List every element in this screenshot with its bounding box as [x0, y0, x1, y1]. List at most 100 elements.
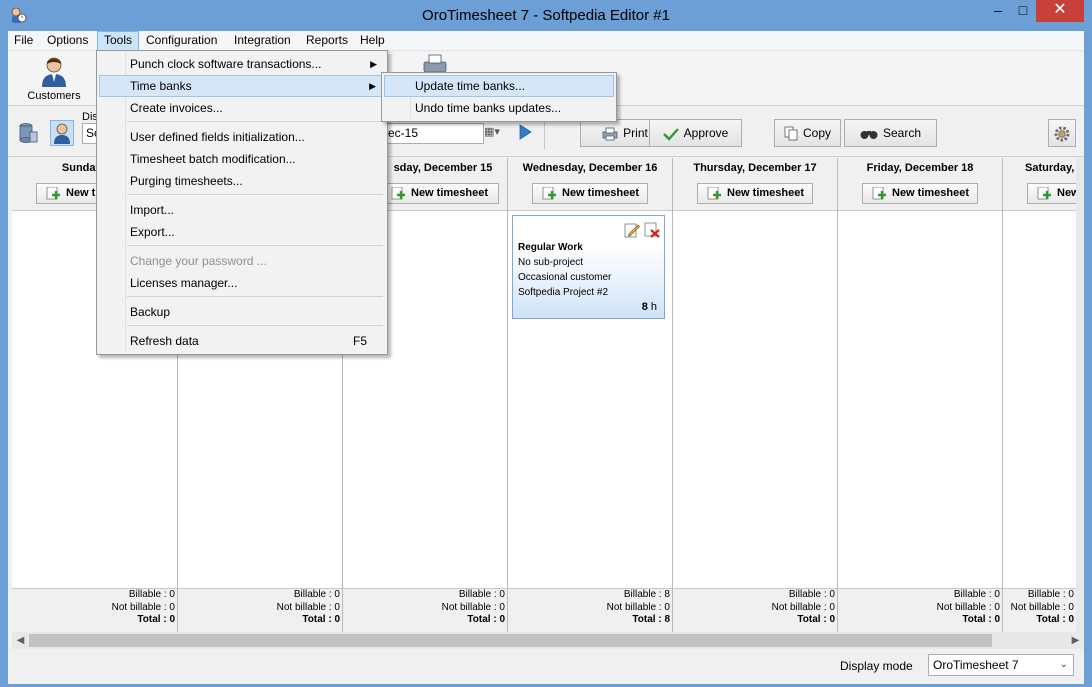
time-banks-submenu: Update time banks... Undo time banks upd… [381, 72, 617, 122]
menu-item-batch-modification[interactable]: Timesheet batch modification... [99, 148, 385, 170]
gear-icon [1054, 126, 1070, 142]
day-column: Thursday, December 17 New timesheet Bill… [673, 158, 838, 632]
entry-customer: Occasional customer [518, 272, 612, 283]
menu-separator [127, 325, 383, 326]
menu-item-refresh-data[interactable]: Refresh data F5 [99, 330, 385, 352]
menu-separator [127, 245, 383, 246]
new-timesheet-button[interactable]: New timesheet [862, 183, 978, 204]
day-totals: Billable : 0 Not billable : 0 Total : 0 [178, 588, 342, 632]
window-frame-right [1084, 31, 1092, 687]
database-icon[interactable] [16, 120, 40, 146]
not-billable-value: Not billable : 0 [276, 601, 340, 613]
day-header: Wednesday, December 16 New timesheet [508, 158, 672, 211]
tools-menu: Punch clock software transactions... ▶ Ti… [96, 50, 388, 355]
menu-item-backup[interactable]: Backup [99, 301, 385, 323]
app-icon[interactable] [9, 6, 27, 24]
menu-item-label: Create invoices... [130, 101, 223, 115]
menu-item-licenses-manager[interactable]: Licenses manager... [99, 272, 385, 294]
client-area: File Options Tools Configuration Integra… [8, 31, 1084, 684]
display-mode-label: Display mode [840, 659, 913, 673]
employee-view-button[interactable] [50, 120, 74, 146]
menu-item-time-banks[interactable]: Time banks ▶ [99, 75, 385, 97]
not-billable-value: Not billable : 0 [771, 601, 835, 613]
delete-icon[interactable] [644, 222, 660, 238]
menu-integration[interactable]: Integration [228, 31, 297, 51]
day-totals: Billable : 0 Not billable : 0 Total : 0 [1003, 588, 1076, 632]
approve-button[interactable]: Approve [649, 119, 742, 147]
menu-tools[interactable]: Tools [97, 31, 140, 51]
new-timesheet-button[interactable]: New timesheet [381, 183, 499, 204]
day-totals: Billable : 0 Not billable : 0 Total : 0 [343, 588, 507, 632]
new-timesheet-icon [872, 187, 886, 200]
day-header: Thursday, December 17 New timesheet [673, 158, 837, 211]
menu-item-undo-time-banks[interactable]: Undo time banks updates... [384, 97, 614, 119]
day-totals: Billable : 8 Not billable : 0 Total : 8 [508, 588, 672, 632]
day-name: Saturday, D [1025, 162, 1084, 174]
menu-reports[interactable]: Reports [300, 31, 354, 51]
menu-item-user-defined-fields[interactable]: User defined fields initialization... [99, 126, 385, 148]
billable-value: Billable : 0 [788, 589, 835, 600]
not-billable-value: Not billable : 0 [936, 601, 1000, 613]
not-billable-value: Not billable : 0 [606, 601, 670, 613]
menu-item-change-password: Change your password ... [99, 250, 385, 272]
minimize-icon[interactable]: – [987, 0, 1009, 22]
menu-item-update-time-banks[interactable]: Update time banks... [384, 75, 614, 97]
menu-item-label: Backup [130, 305, 171, 319]
new-timesheet-label: New timesheet [562, 187, 640, 199]
next-arrow-icon[interactable] [517, 123, 533, 141]
title-bar: OroTimesheet 7 - Softpedia Editor #1 – □… [0, 0, 1092, 31]
scroll-right-icon[interactable]: ▶ [1067, 632, 1084, 649]
customers-icon [42, 57, 66, 87]
date-input[interactable]: ec-15 [384, 123, 484, 144]
copy-button[interactable]: Copy [774, 119, 841, 147]
entry-hours: 8 h [642, 301, 657, 313]
menu-help[interactable]: Help [354, 31, 391, 51]
total-value: Total : 0 [467, 614, 505, 625]
menu-file[interactable]: File [8, 31, 39, 51]
new-timesheet-icon [542, 187, 556, 200]
total-value: Total : 0 [137, 614, 175, 625]
window-frame-left [0, 31, 8, 687]
menu-options[interactable]: Options [41, 31, 94, 51]
menu-item-label: Purging timesheets... [130, 174, 243, 188]
settings-button[interactable] [1048, 119, 1076, 147]
new-timesheet-button[interactable]: New timesheet [532, 183, 648, 204]
calendar-dropdown-icon[interactable]: ▦▾ [484, 123, 510, 144]
customers-button[interactable]: Customers [10, 54, 98, 104]
menu-item-purging-timesheets[interactable]: Purging timesheets... [99, 170, 385, 192]
menu-item-label: Undo time banks updates... [415, 101, 562, 115]
scroll-left-icon[interactable]: ◀ [12, 632, 29, 649]
scrollbar-thumb[interactable] [29, 634, 992, 647]
menu-item-punch-clock[interactable]: Punch clock software transactions... ▶ [99, 53, 385, 75]
copy-icon [784, 126, 798, 141]
print-icon [602, 127, 618, 141]
display-mode-select[interactable]: OroTimesheet 7 ⌄ [928, 654, 1074, 676]
day-name: Friday, December 18 [866, 162, 974, 174]
new-timesheet-icon [1037, 187, 1051, 200]
menu-item-create-invoices[interactable]: Create invoices... [99, 97, 385, 119]
new-timesheet-label: New timesheet [892, 187, 970, 199]
maximize-icon[interactable]: □ [1012, 0, 1034, 22]
billable-value: Billable : 0 [953, 589, 1000, 600]
customers-label: Customers [27, 90, 81, 102]
menu-item-label: Timesheet batch modification... [130, 152, 296, 166]
total-value: Total : 0 [1036, 614, 1074, 625]
timesheet-entry-card[interactable]: Regular Work No sub-project Occasional c… [512, 215, 665, 319]
day-column: Wednesday, December 16 New timesheet Reg… [508, 158, 673, 632]
search-label: Search [882, 126, 922, 140]
horizontal-scrollbar[interactable]: ◀ ▶ [12, 632, 1084, 649]
menu-configuration[interactable]: Configuration [140, 31, 223, 51]
day-header: Saturday, D New t [1003, 158, 1084, 211]
edit-icon[interactable] [624, 222, 640, 238]
menu-separator [127, 296, 383, 297]
display-mode-value: OroTimesheet 7 [933, 658, 1019, 672]
close-icon[interactable]: ✕ [1036, 0, 1084, 22]
menu-item-export[interactable]: Export... [99, 221, 385, 243]
menu-item-import[interactable]: Import... [99, 199, 385, 221]
day-name: Wednesday, December 16 [522, 162, 658, 174]
search-button[interactable]: Search [844, 119, 937, 147]
new-timesheet-button[interactable]: New timesheet [697, 183, 813, 204]
menu-item-label: Time banks [130, 79, 192, 93]
billable-value: Billable : 8 [623, 589, 670, 600]
menu-separator [127, 194, 383, 195]
